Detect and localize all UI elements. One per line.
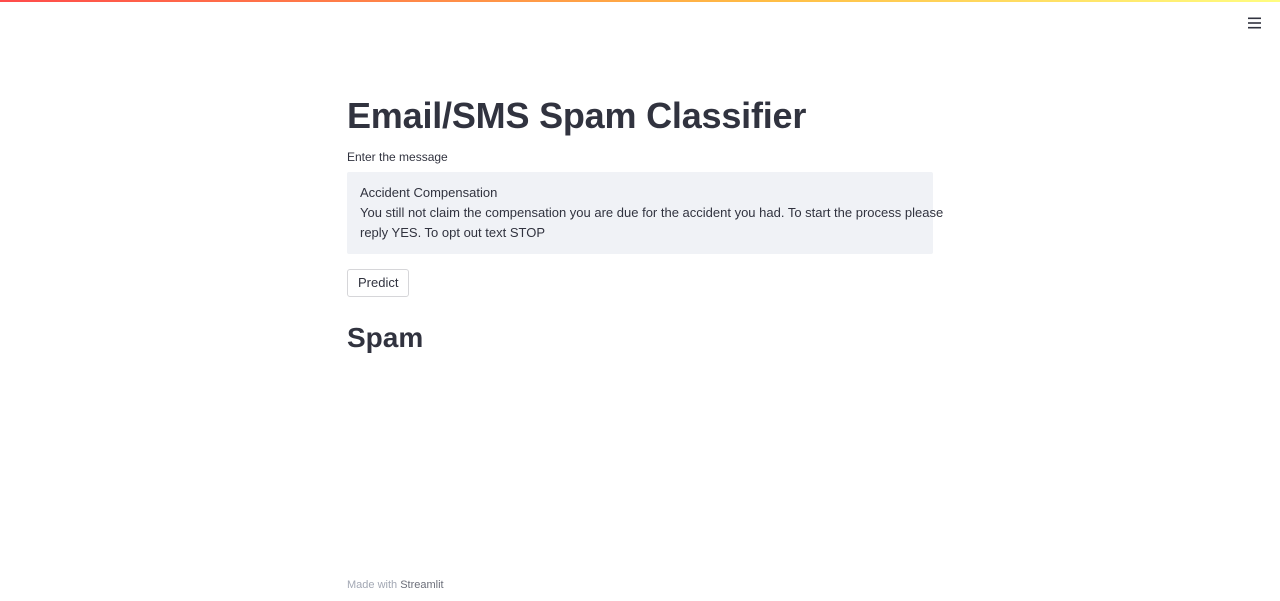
message-line: reply YES. To opt out text STOP: [360, 225, 545, 240]
message-textarea[interactable]: Accident Compensation You still not clai…: [347, 172, 944, 254]
footer: Made with Streamlit: [347, 578, 444, 592]
footer-streamlit-link[interactable]: Streamlit: [400, 579, 443, 591]
predict-button[interactable]: Predict: [347, 269, 410, 297]
prediction-result: Spam: [347, 322, 424, 353]
header-decoration-bar: [0, 0, 1280, 2]
message-line: Accident Compensation: [360, 185, 498, 200]
footer-made-with: Made with: [347, 579, 398, 591]
page-title: Email/SMS Spam Classifier: [347, 95, 807, 136]
message-line: You still not claim the compensation you…: [360, 205, 944, 220]
hamburger-menu-icon: [1247, 17, 1261, 29]
main-menu-button[interactable]: [1244, 13, 1264, 33]
message-input-label: Enter the message: [347, 150, 448, 164]
